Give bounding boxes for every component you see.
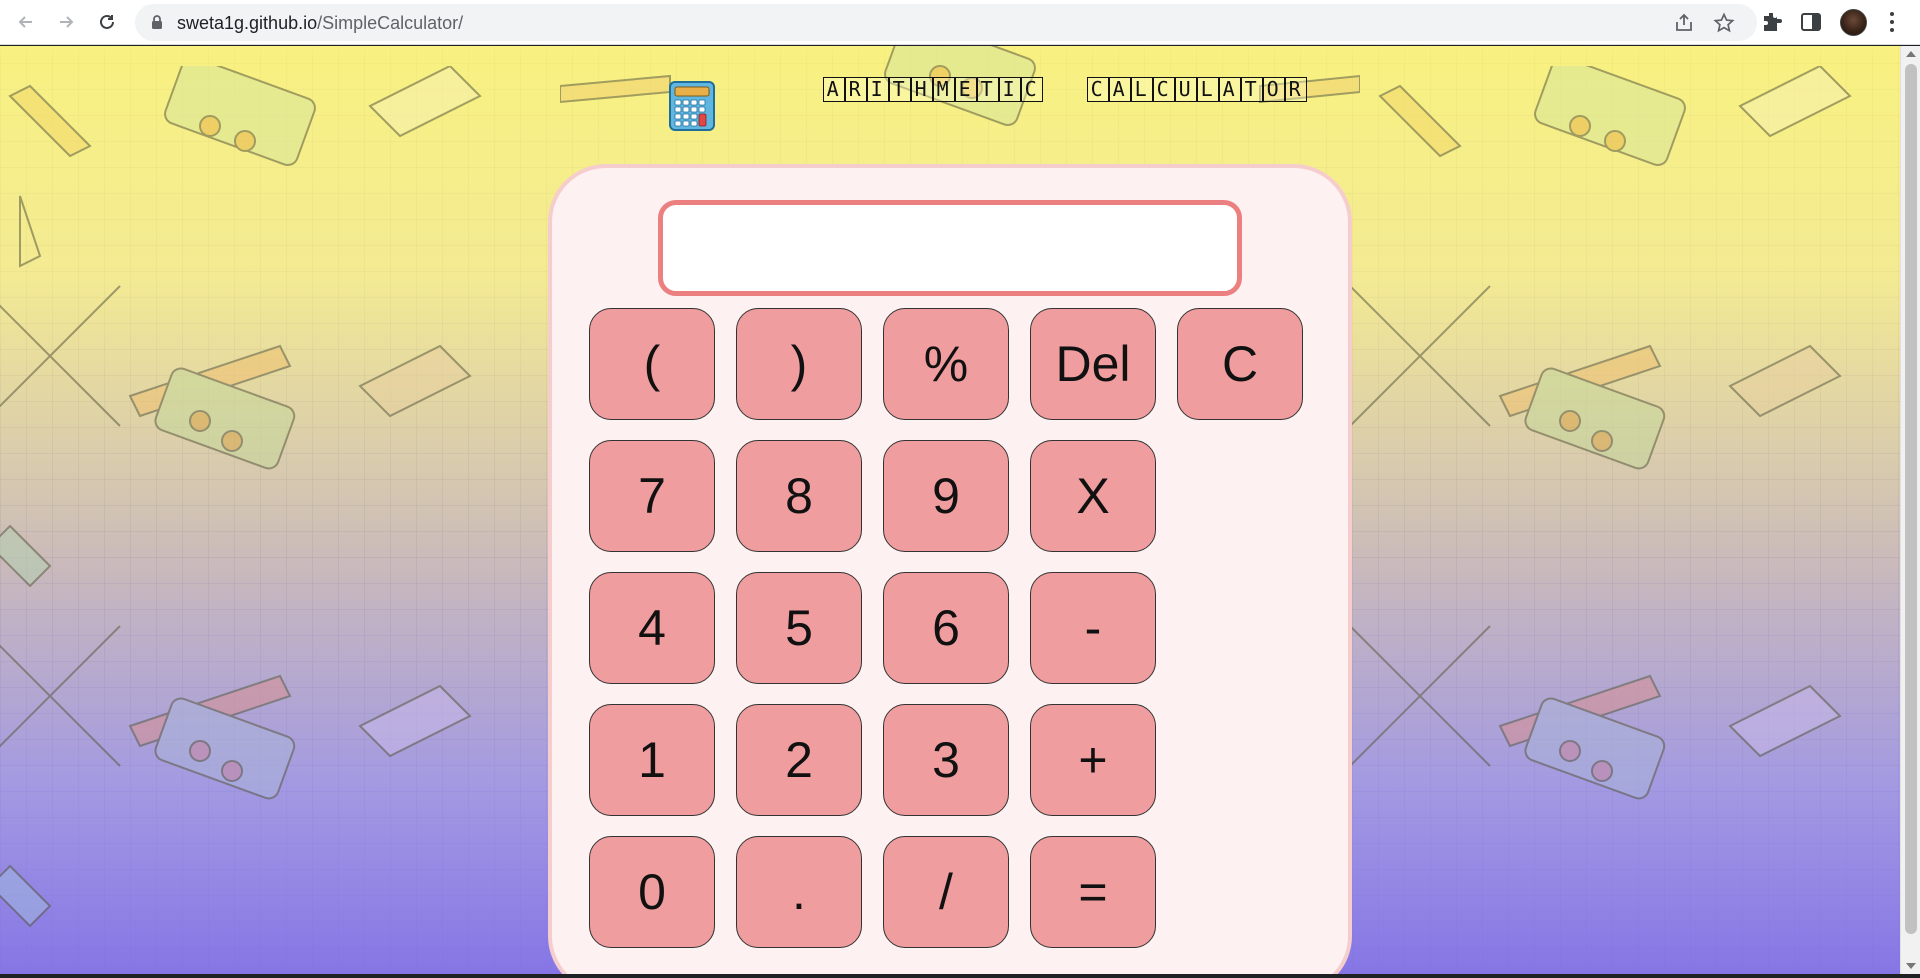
- title-letter: A: [1218, 77, 1241, 102]
- page-title-text: ARITHMETICCALCULATOR: [724, 46, 1307, 130]
- calculator-panel: ()% Del C 7 8 9 X 4 5 6- 1 2 3 +0. / =: [548, 164, 1352, 974]
- title-letter: R: [1284, 77, 1307, 102]
- url-text[interactable]: sweta1g.github.io/SimpleCalculator/: [177, 13, 463, 34]
- scroll-down-icon[interactable]: [1906, 963, 1916, 969]
- title-letter: A: [1108, 77, 1131, 102]
- key-8-button[interactable]: 8: [736, 440, 862, 552]
- title-letter: A: [822, 77, 845, 102]
- more-menu-icon[interactable]: [1885, 10, 1899, 34]
- key-close-paren-button[interactable]: ): [736, 308, 862, 420]
- extensions-icon[interactable]: [1760, 10, 1784, 34]
- scroll-thumb[interactable]: [1905, 64, 1917, 934]
- side-panel-icon[interactable]: [1799, 10, 1823, 34]
- key-1-button[interactable]: 1: [589, 704, 715, 816]
- key-equals-button[interactable]: =: [1030, 836, 1156, 948]
- key-5-button[interactable]: 5: [736, 572, 862, 684]
- address-bar[interactable]: sweta1g.github.io/SimpleCalculator/: [135, 4, 1757, 41]
- title-letter: I: [866, 77, 889, 102]
- key-delete-button[interactable]: Del: [1030, 308, 1156, 420]
- forward-button[interactable]: [51, 7, 81, 37]
- key-multiply-button[interactable]: X: [1030, 440, 1156, 552]
- key-2-button[interactable]: 2: [736, 704, 862, 816]
- title-letter: T: [888, 77, 911, 102]
- key-6-button[interactable]: 6: [883, 572, 1009, 684]
- browser-toolbar: sweta1g.github.io/SimpleCalculator/: [0, 0, 1920, 45]
- lock-icon: [152, 15, 162, 29]
- key-open-paren-button[interactable]: (: [589, 308, 715, 420]
- url-host: sweta1g.github.io: [177, 13, 318, 33]
- key-add-button[interactable]: +: [1030, 704, 1156, 816]
- title-letter: E: [954, 77, 977, 102]
- background-doodles-right: [1349, 66, 1852, 800]
- key-4-button[interactable]: 4: [589, 572, 715, 684]
- title-letter: U: [1174, 77, 1197, 102]
- title-letter: I: [998, 77, 1021, 102]
- key-9-button[interactable]: 9: [883, 440, 1009, 552]
- key-decimal-point-button[interactable]: .: [736, 836, 862, 948]
- title-letter: L: [1130, 77, 1153, 102]
- title-letter: C: [1152, 77, 1175, 102]
- page-scrollbar[interactable]: [1900, 46, 1920, 974]
- window-bottom-edge: [0, 974, 1920, 978]
- reload-button[interactable]: [92, 7, 122, 37]
- abacus-calculator-icon: [669, 81, 715, 131]
- key-clear-button[interactable]: C: [1177, 308, 1303, 420]
- title-letter: H: [910, 77, 933, 102]
- key-percent-button[interactable]: %: [883, 308, 1009, 420]
- background-doodles-left: [0, 66, 482, 928]
- title-letter: M: [932, 77, 955, 102]
- calculator-display[interactable]: [658, 200, 1242, 296]
- page-viewport: ARITHMETICCALCULATOR ()% Del C 7 8 9 X 4 5 6-1 2 3 +…: [0, 46, 1900, 974]
- title-letter: R: [844, 77, 867, 102]
- title-letter: L: [1196, 77, 1219, 102]
- back-icon: [18, 16, 32, 28]
- reload-icon: [100, 14, 114, 29]
- title-letter: C: [1020, 77, 1043, 102]
- title-letter: O: [1262, 77, 1285, 102]
- url-path: /SimpleCalculator/: [317, 13, 464, 33]
- key-3-button[interactable]: 3: [883, 704, 1009, 816]
- forward-icon: [60, 16, 74, 28]
- profile-avatar[interactable]: [1840, 9, 1867, 36]
- page-title: ARITHMETICCALCULATOR: [668, 77, 1307, 132]
- bookmark-star-icon[interactable]: [1713, 12, 1735, 34]
- share-icon[interactable]: [1673, 12, 1695, 34]
- title-letter: T: [1240, 77, 1263, 102]
- title-word-arithmetic: ARITHMETIC: [822, 74, 1043, 102]
- back-button[interactable]: [11, 7, 41, 37]
- key-0-button[interactable]: 0: [589, 836, 715, 948]
- title-word-calculator: CALCULATOR: [1086, 74, 1307, 102]
- key-7-button[interactable]: 7: [589, 440, 715, 552]
- title-letter: C: [1086, 77, 1109, 102]
- key-subtract-button[interactable]: -: [1030, 572, 1156, 684]
- key-divide-button[interactable]: /: [883, 836, 1009, 948]
- title-letter: T: [976, 77, 999, 102]
- scroll-up-icon[interactable]: [1906, 51, 1916, 57]
